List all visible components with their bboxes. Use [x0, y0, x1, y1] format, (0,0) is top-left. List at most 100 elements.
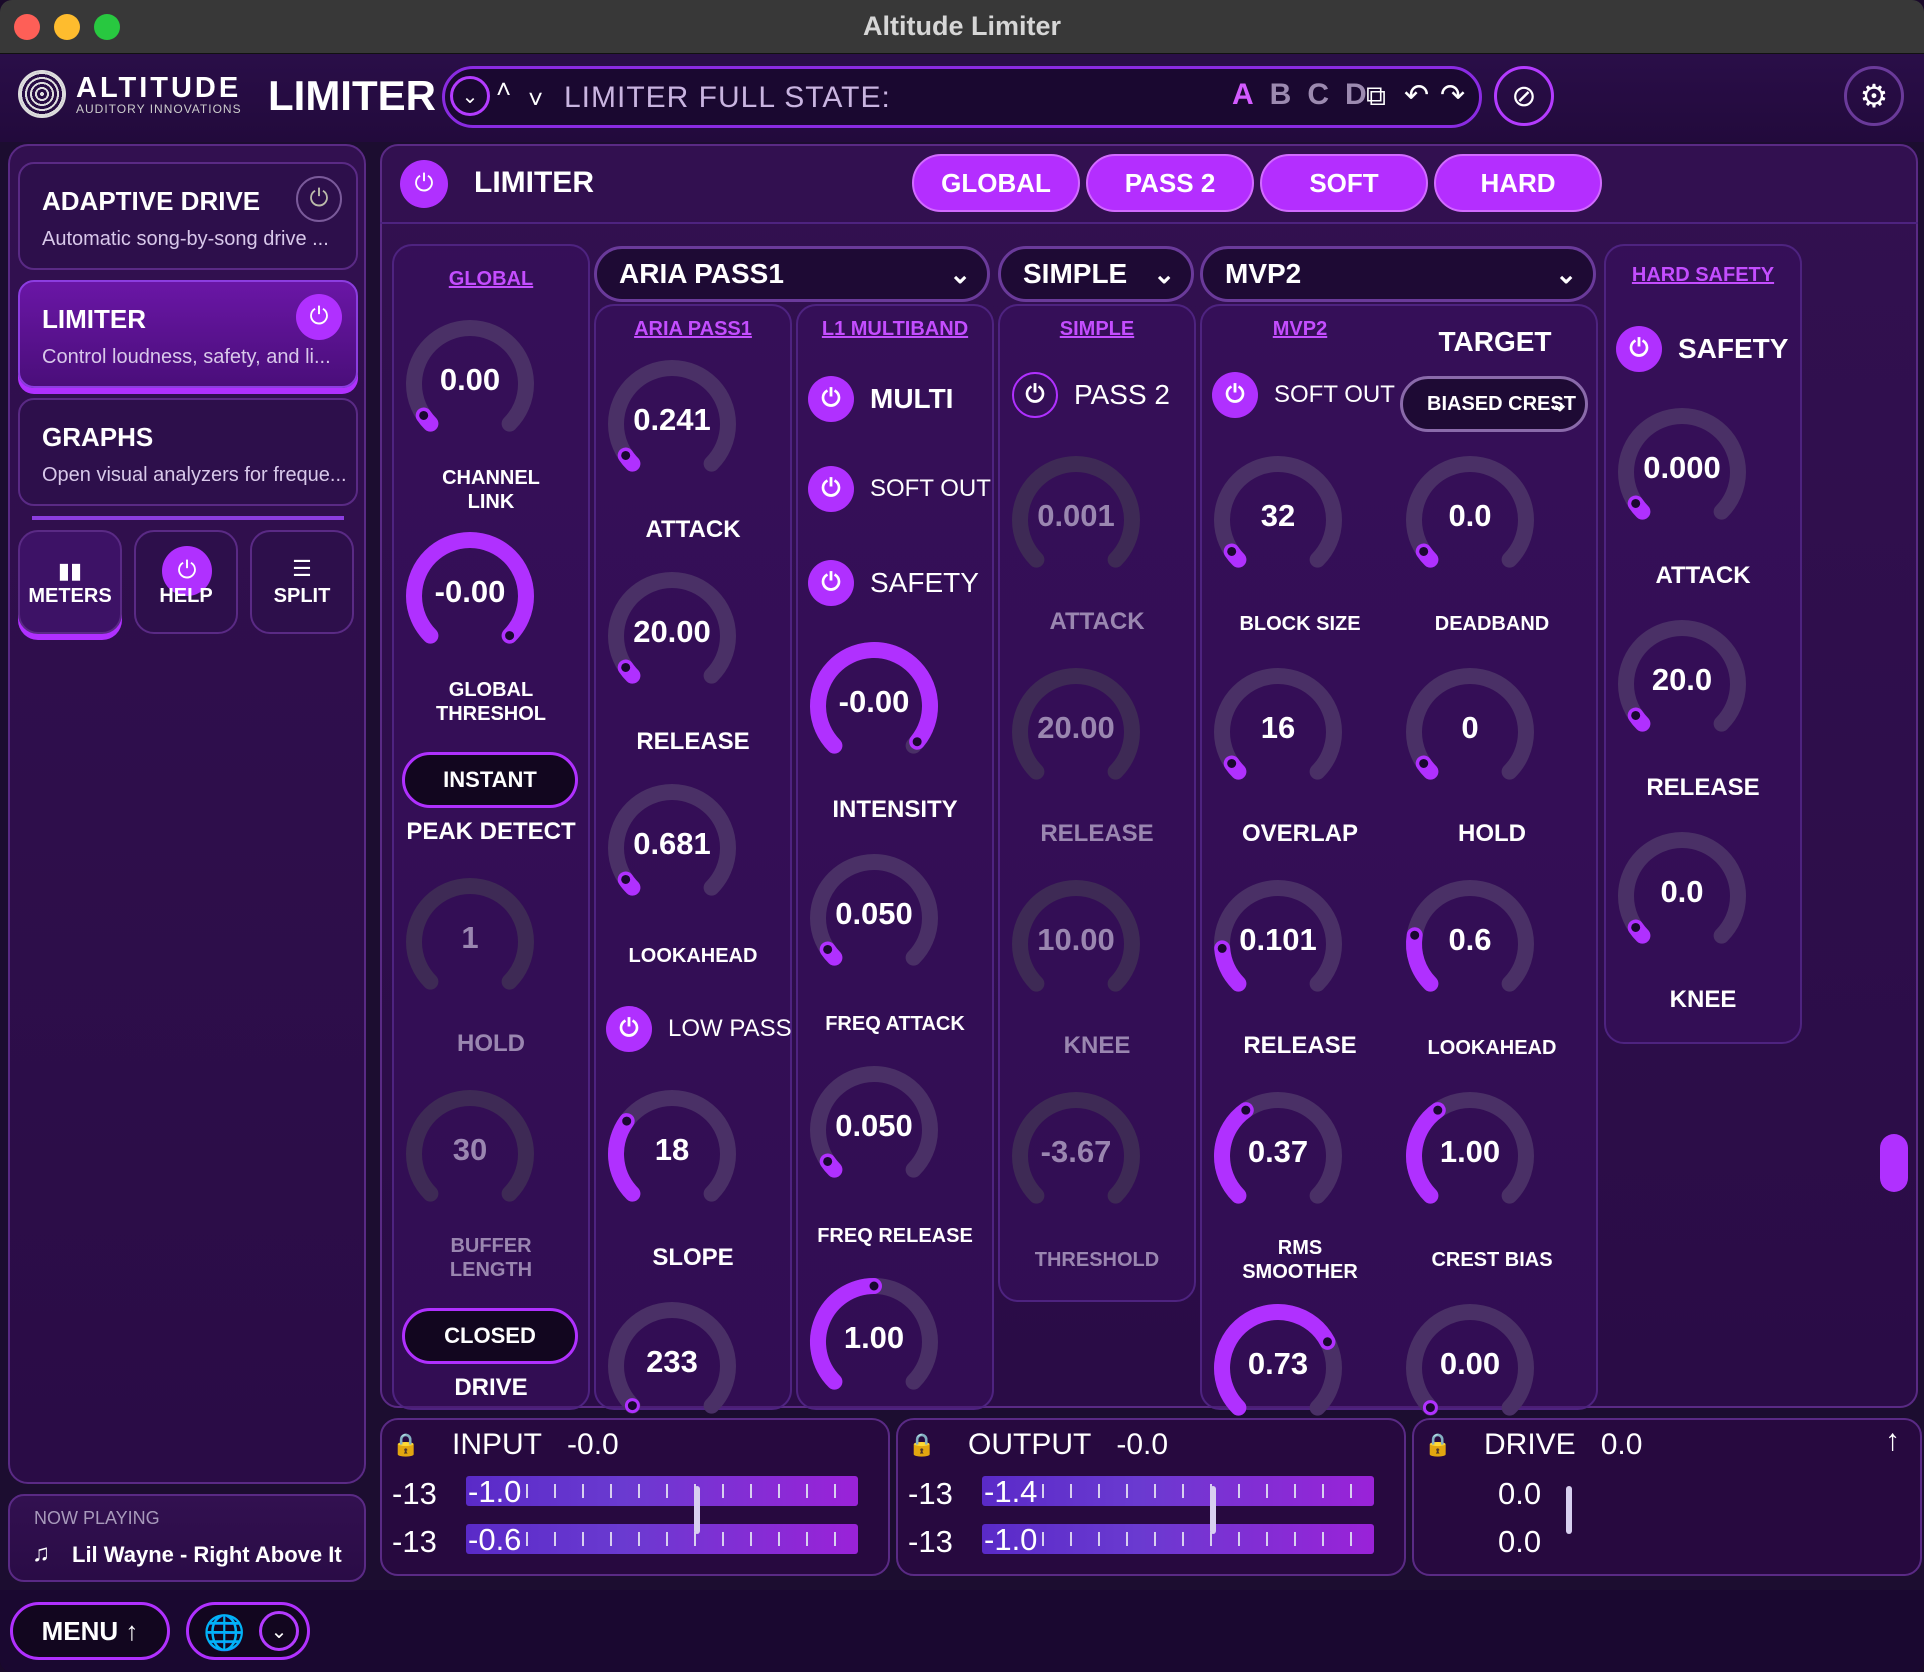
mvp2-soft-out-toggle[interactable]: ⏻ SOFT OUT [1212, 372, 1395, 418]
aria-attack-knob[interactable]: 0.241 [602, 354, 742, 494]
settings-button[interactable]: ⚙ [1844, 66, 1904, 126]
l1-freq-attack-knob[interactable]: 0.050 [804, 848, 944, 988]
hard-attack-knob[interactable]: 0.000 [1612, 402, 1752, 542]
slot-a-button[interactable]: A [1232, 78, 1254, 112]
preset-prev-icon[interactable]: ˄ [496, 74, 511, 105]
bar-chart-icon: ▮▮ [57, 558, 83, 583]
copy-icon[interactable]: ⧉ [1366, 80, 1386, 113]
drive-slider-handle[interactable] [1566, 1486, 1572, 1534]
mvp2-deadband-knob[interactable]: 0.0 [1400, 450, 1540, 590]
peak-detect-mode-button[interactable]: INSTANT [402, 752, 578, 808]
l1-intensity-knob[interactable]: -0.00 [804, 636, 944, 776]
slot-b-button[interactable]: B [1270, 78, 1292, 112]
chevron-down-icon: ⌄ [1550, 391, 1569, 416]
buffer-length-knob[interactable]: 30 [400, 1084, 540, 1224]
aria-low-pass-toggle[interactable]: ⏻ LOW PASS [606, 1006, 792, 1052]
adaptive-drive-power-icon[interactable]: ⏻ [296, 176, 342, 222]
mvp2-rms-smoother-knob[interactable]: 0.37 [1208, 1086, 1348, 1226]
l1-soft-out-toggle[interactable]: ⏻ SOFT OUT [808, 466, 991, 512]
mvp2-algorithm-dropdown[interactable]: MVP2 ⌄ [1200, 246, 1596, 302]
l1-multi-toggle[interactable]: ⏻ MULTI [808, 376, 953, 422]
input-meter-left: -1.0 [466, 1474, 858, 1509]
l1-multiband-link[interactable]: L1 MULTIBAND [796, 318, 994, 341]
channel-link-knob[interactable]: 0.00 [400, 314, 540, 454]
global-threshold-knob[interactable]: -0.00 [400, 526, 540, 666]
simple-link[interactable]: SIMPLE [998, 318, 1196, 341]
sidebar-card-adaptive-drive[interactable]: ADAPTIVE DRIVE Automatic song-by-song dr… [18, 162, 358, 270]
aria-lookahead-knob[interactable]: 0.681 [602, 778, 742, 918]
mvp2-overlap-knob[interactable]: 16 [1208, 662, 1348, 802]
menu-button[interactable]: MENU ↑ [10, 1602, 170, 1660]
input-meter-right: -0.6 [466, 1522, 858, 1557]
tab-hard[interactable]: HARD [1434, 154, 1602, 212]
limiter-power-icon[interactable]: ⏻ [296, 294, 342, 340]
arrow-up-icon[interactable]: ↑ [1885, 1424, 1900, 1458]
meter-tick [1266, 1532, 1268, 1546]
channel-link-label: CHANNEL LINK [442, 467, 540, 513]
mvp2-extra1-knob[interactable]: 0.73 [1208, 1298, 1348, 1438]
l1-freq-release-knob[interactable]: 0.050 [804, 1060, 944, 1200]
preset-dropdown-button[interactable]: ⌄ [450, 76, 490, 116]
simple-attack-knob[interactable]: 0.001 [1006, 450, 1146, 590]
panel-scrollbar-thumb[interactable] [1880, 1134, 1908, 1192]
aria-algorithm-dropdown[interactable]: ARIA PASS1 ⌄ [594, 246, 990, 302]
input-gain-slider-handle[interactable] [694, 1486, 700, 1534]
lock-icon[interactable]: 🔒 [908, 1432, 935, 1462]
mvp2-hold-knob[interactable]: 0 [1400, 662, 1540, 802]
mvp2-block-size-knob[interactable]: 32 [1208, 450, 1348, 590]
aria-release-knob[interactable]: 20.00 [602, 566, 742, 706]
undo-icon[interactable]: ↶ [1404, 78, 1429, 113]
hard-safety-link[interactable]: HARD SAFETY [1604, 264, 1802, 287]
simple-threshold-knob[interactable]: -3.67 [1006, 1086, 1146, 1226]
mvp2-extra2-knob[interactable]: 0.00 [1400, 1298, 1540, 1438]
knob-value: 0.00 [439, 362, 501, 397]
minimize-window-button[interactable] [54, 14, 80, 40]
mvp2-crest-bias-knob[interactable]: 1.00 [1400, 1086, 1540, 1226]
hold-knob[interactable]: 1 [400, 872, 540, 1012]
hard-knee-label: KNEE [1669, 986, 1737, 1013]
lock-icon[interactable]: 🔒 [392, 1432, 419, 1462]
sidebar-card-limiter[interactable]: LIMITER Control loudness, safety, and li… [18, 280, 358, 388]
hard-safety-toggle[interactable]: ⏻ SAFETY [1616, 326, 1788, 372]
zoom-window-button[interactable] [94, 14, 120, 40]
bypass-button[interactable]: ⊘ [1494, 66, 1554, 126]
tab-soft[interactable]: SOFT [1260, 154, 1428, 212]
simple-algorithm-dropdown[interactable]: SIMPLE ⌄ [998, 246, 1194, 302]
preset-next-icon[interactable]: ˅ [528, 84, 543, 115]
meters-button[interactable]: ▮▮ METERS [18, 530, 122, 634]
redo-icon[interactable]: ↷ [1440, 78, 1465, 113]
slot-d-button[interactable]: D [1345, 78, 1367, 112]
split-button[interactable]: ☰ SPLIT [250, 530, 354, 634]
lock-icon[interactable]: 🔒 [1424, 1432, 1451, 1462]
mvp2-release-knob[interactable]: 0.101 [1208, 874, 1348, 1014]
limiter-main-power-icon[interactable]: ⏻ [400, 160, 448, 208]
close-window-button[interactable] [14, 14, 40, 40]
output-gain-slider-handle[interactable] [1210, 1486, 1216, 1534]
l1-safety-toggle[interactable]: ⏻ SAFETY [808, 560, 979, 606]
drive-mode-button[interactable]: CLOSED [402, 1308, 578, 1364]
arrow-up-icon: ↑ [125, 1615, 139, 1646]
global-link[interactable]: GLOBAL [392, 268, 590, 291]
hard-knee-knob[interactable]: 0.0 [1612, 826, 1752, 966]
slot-c-button[interactable]: C [1307, 78, 1329, 112]
hard-release-knob[interactable]: 20.0 [1612, 614, 1752, 754]
help-button[interactable]: ⏻ HELP [134, 530, 238, 634]
meter-tick [750, 1484, 752, 1498]
aria-slope-knob[interactable]: 18 [602, 1084, 742, 1224]
l1-extra-knob[interactable]: 1.00 [804, 1272, 944, 1412]
sidebar-card-graphs[interactable]: GRAPHS Open visual analyzers for freque.… [18, 398, 358, 506]
mvp2-target-dropdown[interactable]: BIASED CREST ⌄ [1400, 376, 1588, 432]
mvp2-lookahead-knob[interactable]: 0.6 [1400, 874, 1540, 1014]
simple-pass2-toggle[interactable]: ⏻ PASS 2 [1012, 372, 1170, 418]
tab-global[interactable]: GLOBAL [912, 154, 1080, 212]
aria-pass1-link[interactable]: ARIA PASS1 [594, 318, 792, 341]
language-selector[interactable]: 🌐 ⌄ [186, 1602, 310, 1660]
now-playing-panel: NOW PLAYING ♫ Lil Wayne - Right Above It [8, 1494, 366, 1582]
simple-release-knob[interactable]: 20.00 [1006, 662, 1146, 802]
tab-pass-2[interactable]: PASS 2 [1086, 154, 1254, 212]
aria-extra-knob[interactable]: 233 [602, 1296, 742, 1436]
panel-divider [380, 222, 1918, 224]
l1-intensity-label: INTENSITY [832, 796, 958, 823]
mvp2-link[interactable]: MVP2 [1200, 318, 1400, 341]
simple-knee-knob[interactable]: 10.00 [1006, 874, 1146, 1014]
